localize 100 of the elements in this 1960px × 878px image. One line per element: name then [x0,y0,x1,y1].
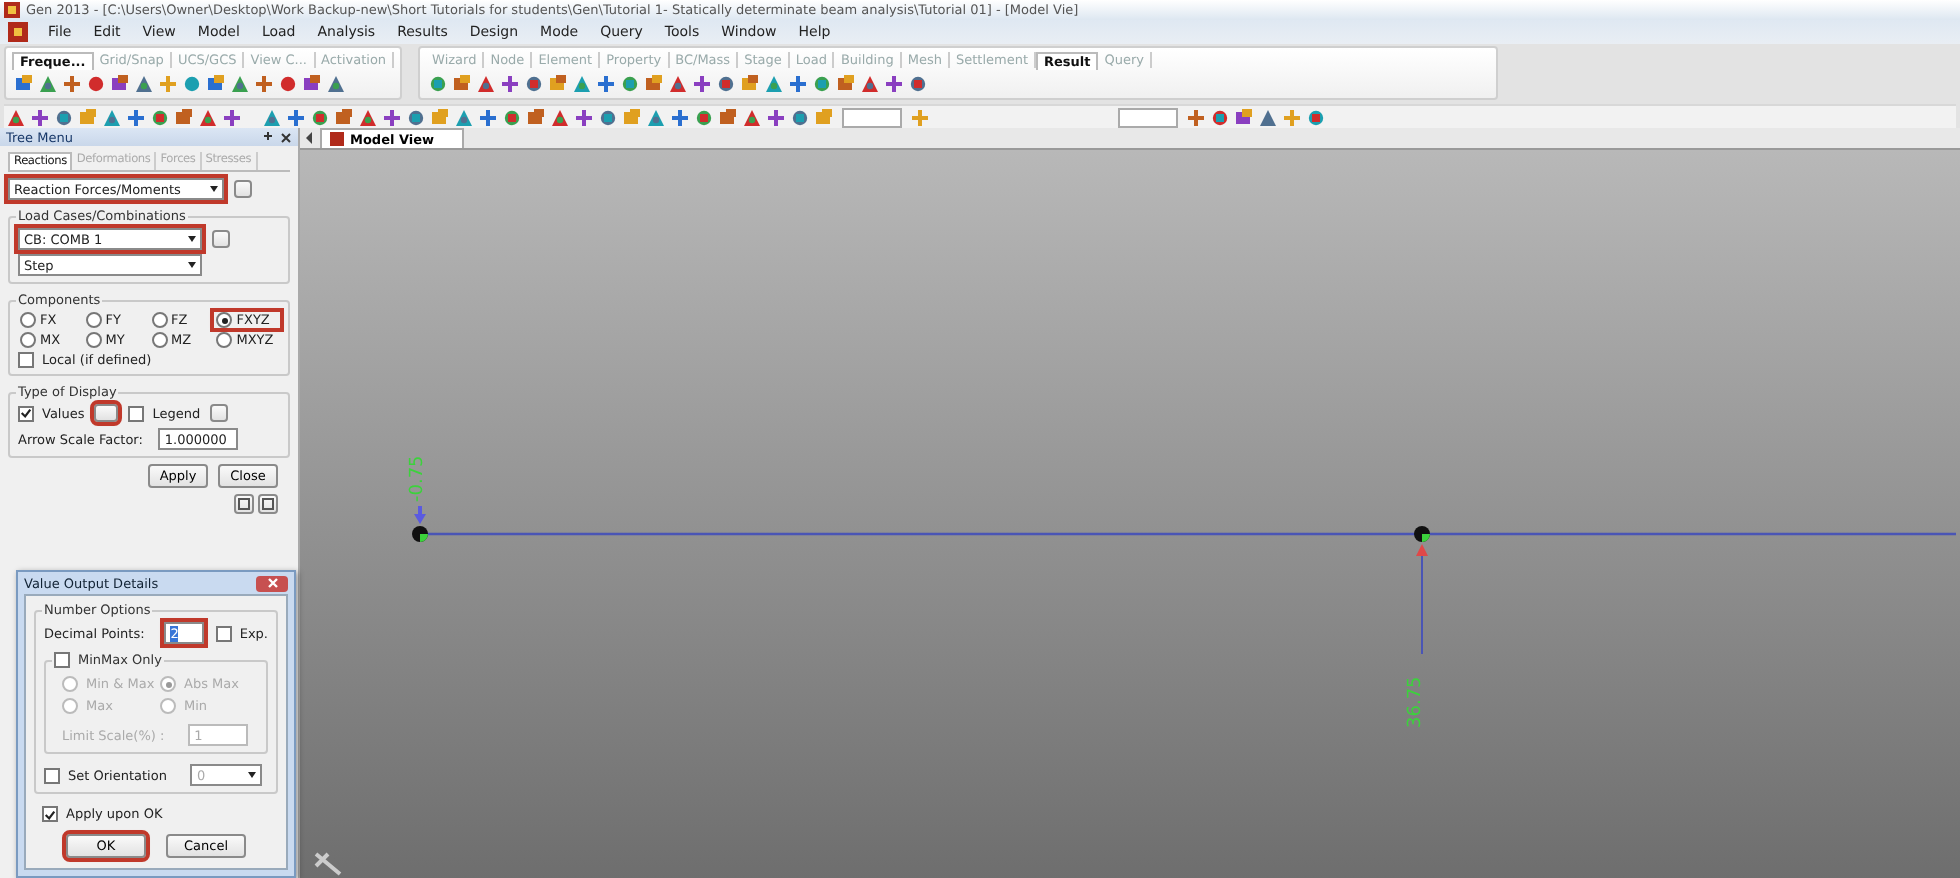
radio-button[interactable] [85,332,102,348]
radio-button[interactable] [151,332,167,348]
checkbox[interactable] [215,625,232,641]
tool-icon[interactable] [206,74,226,94]
tool-icon[interactable] [548,74,569,94]
tool-icon[interactable] [86,74,106,94]
tool-icon[interactable] [670,107,690,127]
tool-icon[interactable] [134,74,154,94]
tool-icon[interactable] [102,107,122,127]
tool-icon[interactable] [230,74,250,94]
checkbox[interactable] [44,767,60,783]
tool-icon[interactable] [502,107,522,127]
tool-icon[interactable] [182,74,202,94]
tool-icon[interactable] [406,107,426,127]
tool-icon[interactable] [452,74,473,94]
more-button[interactable] [234,180,252,198]
tool-icon[interactable] [646,107,666,127]
radio-button[interactable] [20,332,36,348]
tool-icon[interactable] [884,74,905,94]
tool-icon[interactable] [334,107,354,127]
tool-icon[interactable] [788,74,809,94]
more-button[interactable] [94,404,119,422]
tool-icon[interactable] [476,74,497,94]
tool-icon[interactable] [326,74,346,94]
tool-icon[interactable] [740,74,761,94]
tool-icon[interactable] [692,74,713,94]
scroll-arrow-icon[interactable] [306,132,312,144]
tool-icon[interactable] [54,107,74,127]
tool-icon[interactable] [574,107,594,127]
tool-icon[interactable] [278,74,298,94]
tool-icon[interactable] [358,107,378,127]
tool-icon[interactable] [812,74,833,94]
tool-icon[interactable] [198,107,218,127]
more-button[interactable] [210,404,229,422]
tool-icon[interactable] [716,74,737,94]
support-node-icon [412,526,428,542]
tool-icon[interactable] [500,74,521,94]
tool-icon[interactable] [742,107,762,127]
tool-icon[interactable] [766,107,786,127]
tool-icon[interactable] [1234,107,1254,127]
tool-icon[interactable] [1186,107,1206,127]
tool-icon[interactable] [836,74,857,94]
tool-icon[interactable] [478,107,498,127]
close-icon [267,578,277,588]
tool-icon[interactable] [668,74,689,94]
radio-button[interactable] [216,332,233,348]
tool-icon[interactable] [286,107,306,127]
tool-icon[interactable] [1306,107,1326,127]
tool-icon[interactable] [644,74,665,94]
tool-icon[interactable] [254,74,274,94]
tool-icon[interactable] [572,74,593,94]
support-node-icon [1414,526,1430,542]
tool-icon[interactable] [110,74,130,94]
tool-icon[interactable] [310,107,330,127]
tool-icon[interactable] [908,74,929,94]
tool-icon[interactable] [62,74,82,94]
tool-icon[interactable] [1210,107,1230,127]
checkbox[interactable] [18,405,34,421]
tool-icon[interactable] [174,107,194,127]
tool-icon[interactable] [694,107,714,127]
tool-icon[interactable] [126,107,146,127]
checkbox[interactable] [42,806,58,822]
checkbox[interactable] [128,405,145,421]
reaction-value: -0.75 [408,455,428,502]
tool-icon[interactable] [428,74,449,94]
dropdown-field[interactable] [842,107,902,127]
radio-button[interactable] [85,312,102,328]
app-icon [330,132,344,146]
tool-icon[interactable] [596,74,617,94]
tool-icon[interactable] [14,74,34,94]
dropdown-field[interactable] [1118,107,1178,127]
tool-icon[interactable] [598,107,618,127]
tool-icon[interactable] [526,107,546,127]
tool-icon[interactable] [382,107,402,127]
tool-icon[interactable] [454,107,474,127]
tool-icon[interactable] [6,107,26,127]
close-button[interactable] [256,575,288,591]
tool-icon[interactable] [150,107,170,127]
tool-icon[interactable] [524,74,545,94]
tool-icon[interactable] [222,107,242,127]
radio-button[interactable] [20,312,36,328]
reaction-arrow [1416,544,1428,655]
tool-icon[interactable] [860,74,881,94]
tool-icon[interactable] [30,107,50,127]
tool-icon[interactable] [302,74,322,94]
tool-icon[interactable] [764,74,785,94]
checkbox[interactable] [54,652,70,668]
reaction-arrow [414,506,426,524]
axis-icon [314,852,342,876]
radio-button[interactable] [216,312,233,328]
pin-close-icon[interactable] [264,131,292,143]
checkbox[interactable] [18,352,34,368]
tool-icon[interactable] [620,74,641,94]
tool-icon[interactable] [262,107,282,127]
tool-icon[interactable] [550,107,570,127]
radio-button[interactable] [151,312,167,328]
more-button[interactable] [212,230,230,248]
tool-icon[interactable] [790,107,810,127]
tool-icon[interactable] [718,107,738,127]
tool-icon[interactable] [38,74,58,94]
